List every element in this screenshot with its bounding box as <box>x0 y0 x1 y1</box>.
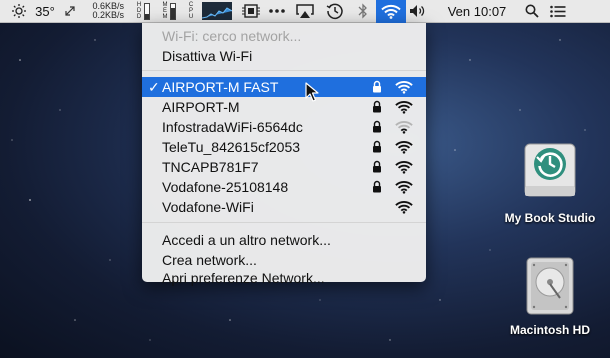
download-speed: 0.2KB/s <box>92 10 124 20</box>
wifi-signal-icon <box>395 81 413 94</box>
network-item[interactable]: ✓ AIRPORT-M FAST <box>142 77 426 97</box>
network-speed[interactable]: 0.6KB/s 0.2KB/s <box>80 0 124 23</box>
network-item[interactable]: Vodafone-25108148 <box>142 177 426 197</box>
desktop-icon-macintosh-hd[interactable]: Macintosh HD <box>500 254 600 337</box>
menu-separator <box>142 70 426 71</box>
more-icon[interactable] <box>264 0 290 23</box>
lock-icon <box>373 120 381 133</box>
create-network-item[interactable]: Crea network... <box>142 250 426 270</box>
lock-icon <box>373 140 381 153</box>
join-other-network-item[interactable]: Accedi a un altro network... <box>142 230 426 250</box>
wifi-status: Wi-Fi: cerco network... <box>162 28 302 44</box>
lock-icon <box>373 80 381 93</box>
list-icon[interactable] <box>546 0 570 23</box>
wifi-dropdown-menu: Wi-Fi: cerco network... Disattiva Wi-Fi … <box>142 23 426 286</box>
cpu-meters[interactable]: HDD <box>130 0 156 23</box>
network-item[interactable]: TNCAPB781F7 <box>142 157 426 177</box>
wifi-signal-icon <box>395 161 413 174</box>
menu-separator <box>142 222 426 223</box>
airplay-icon[interactable] <box>290 0 320 23</box>
cpu-graph[interactable] <box>200 0 234 23</box>
network-preferences-item[interactable]: Apri preferenze Network... <box>142 269 426 287</box>
search-icon[interactable] <box>518 0 546 23</box>
sun-icon[interactable] <box>8 0 30 23</box>
bluetooth-icon[interactable] <box>350 0 376 23</box>
lock-icon <box>373 180 381 193</box>
volume-icon[interactable] <box>406 0 430 23</box>
wifi-signal-icon <box>395 181 413 194</box>
network-item[interactable]: InfostradaWiFi-6564dc <box>142 117 426 137</box>
memory-meter[interactable]: MEM <box>156 0 182 23</box>
time-machine-drive-icon <box>524 143 576 197</box>
desktop-icon-label: Macintosh HD <box>509 323 590 337</box>
desktop-icon-my-book-studio[interactable]: My Book Studio <box>500 140 600 225</box>
hard-drive-icon <box>526 257 574 315</box>
lock-icon <box>373 160 381 173</box>
wifi-signal-icon <box>395 141 413 154</box>
wifi-signal-icon <box>395 201 413 214</box>
wifi-signal-icon <box>395 101 413 114</box>
checkmark-icon: ✓ <box>148 78 160 95</box>
menubar-clock[interactable]: Ven 10:07 <box>438 0 516 23</box>
toggle-wifi-item[interactable]: Disattiva Wi-Fi <box>142 46 426 66</box>
network-item[interactable]: TeleTu_842615cf2053 <box>142 137 426 157</box>
wifi-menu-icon[interactable] <box>376 0 406 23</box>
desktop-icon-label: My Book Studio <box>504 211 596 225</box>
lock-icon <box>373 100 381 113</box>
weather-temperature[interactable]: 35° <box>30 0 60 23</box>
network-item[interactable]: AIRPORT-M <box>142 97 426 117</box>
arrows-icon[interactable] <box>60 0 80 23</box>
mouse-cursor-icon <box>305 82 319 102</box>
chip-icon[interactable] <box>238 0 264 23</box>
network-item[interactable]: Vodafone-WiFi <box>142 197 426 217</box>
menu-bar: 35° 0.6KB/s 0.2KB/s HDD MEM CPU Ven 10:0… <box>0 0 610 23</box>
wifi-signal-icon <box>395 121 413 134</box>
cpu-label-meter[interactable]: CPU <box>182 0 200 23</box>
time-machine-icon[interactable] <box>320 0 350 23</box>
